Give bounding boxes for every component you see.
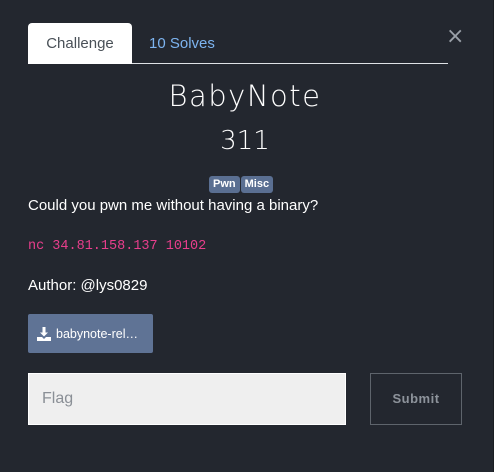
- challenge-name: BabyNote: [168, 79, 322, 113]
- close-icon[interactable]: ×: [446, 26, 464, 48]
- tab-challenge[interactable]: Challenge: [28, 23, 132, 64]
- download-icon: [37, 326, 51, 341]
- challenge-tags: Pwn Misc: [209, 174, 274, 193]
- file-download-button[interactable]: babynote-rel…: [28, 314, 153, 353]
- submit-button[interactable]: Submit: [370, 373, 462, 425]
- challenge-author: Author: @lys0829: [28, 277, 148, 294]
- tag-pwn: Pwn: [209, 176, 240, 193]
- challenge-description: Could you pwn me without having a binary…: [28, 197, 319, 214]
- flag-input[interactable]: [28, 373, 346, 425]
- challenge-value: 311: [220, 126, 270, 156]
- tab-solves[interactable]: 10 Solves: [149, 23, 215, 64]
- connection-command: nc 34.81.158.137 10102: [28, 239, 207, 254]
- tag-misc: Misc: [240, 176, 274, 193]
- challenge-tabs: Challenge 10 Solves: [28, 23, 448, 64]
- file-download-label: babynote-rel…: [56, 326, 138, 341]
- challenge-modal: × Challenge 10 Solves BabyNote 311 Pwn Mi…: [0, 0, 494, 472]
